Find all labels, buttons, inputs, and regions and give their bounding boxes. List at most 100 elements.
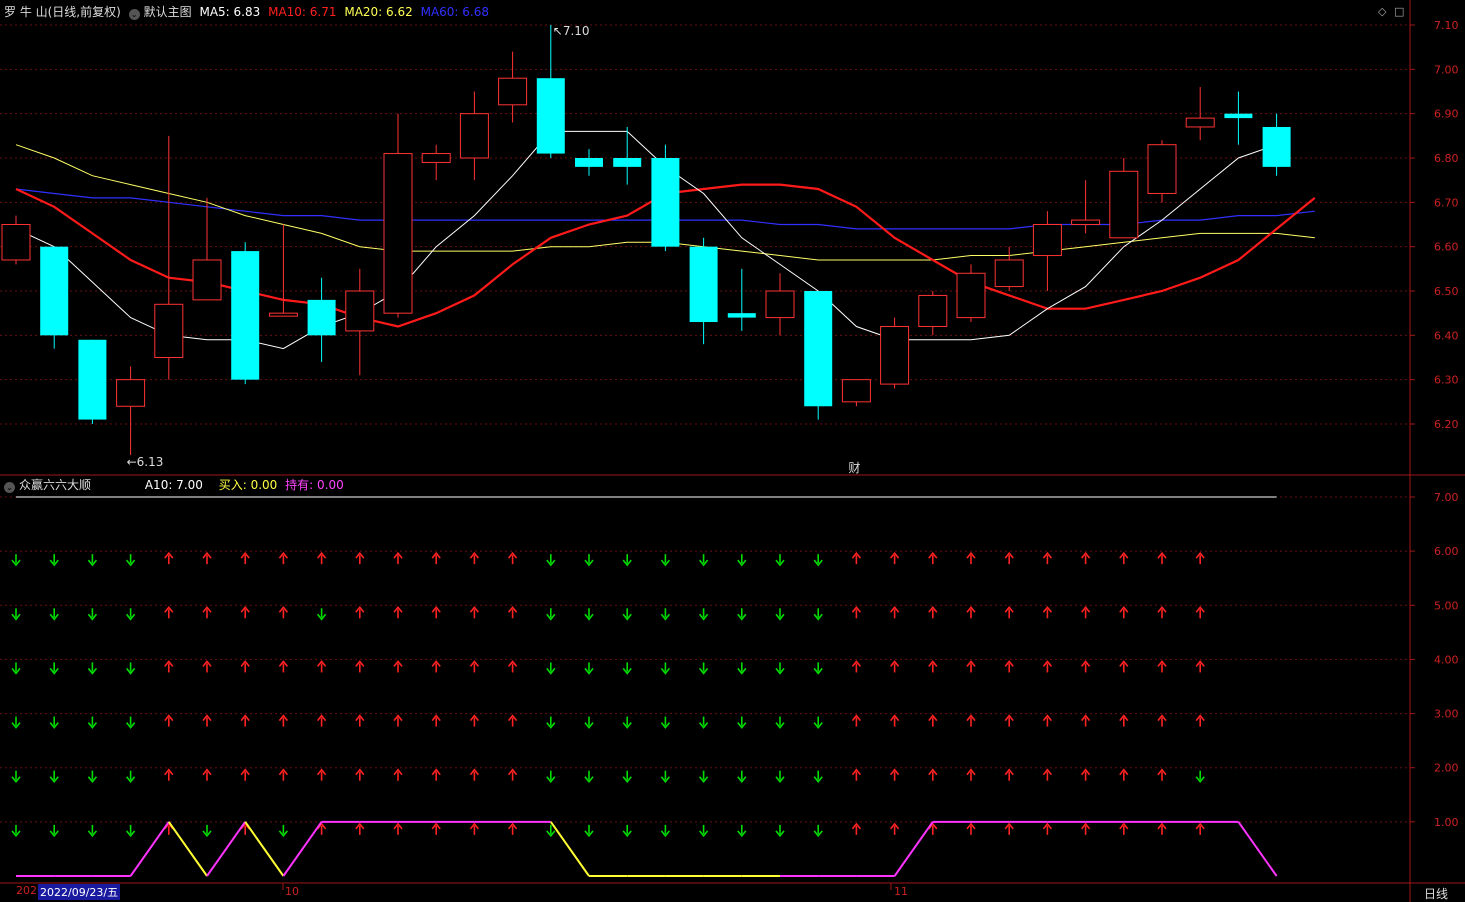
high-price-label: ↖7.10 [553,24,590,38]
candle [268,224,298,317]
up-arrow [469,551,480,565]
buy-hold-segment [167,821,208,877]
candle-body [651,158,680,247]
up-arrow [393,714,403,727]
candle [1147,140,1177,203]
candle-body [1032,224,1062,257]
up-arrow [966,822,976,835]
down-arrow [546,716,556,729]
up-arrow [393,660,403,673]
candle [1224,91,1253,145]
month-label-oct: 10 [285,885,299,898]
down-arrow [660,554,671,567]
signal-arrows [11,551,1205,838]
candle-body [727,313,756,318]
up-arrow [240,714,250,727]
up-arrow [851,714,862,727]
main-gridlines [0,24,1410,425]
up-arrow [469,714,480,727]
down-arrow [125,824,136,838]
y-tick-label: 6.00 [1434,545,1459,558]
down-arrow [584,554,594,567]
down-arrow [49,554,59,567]
up-arrow [928,660,938,673]
candle [498,51,528,123]
y-tick-label: 7.00 [1434,63,1459,76]
down-arrow [775,554,785,567]
y-tick-label: 6.60 [1434,241,1459,254]
up-arrow [240,551,250,565]
up-arrow [1157,660,1167,673]
candle [345,268,375,376]
candle-body [231,251,260,380]
up-arrow [278,660,289,673]
up-arrow [1195,714,1205,727]
down-arrow [49,770,59,783]
candle [78,339,107,424]
candle-body [268,312,298,317]
down-arrow [87,554,98,567]
template-label[interactable]: 默认主图 [144,5,192,19]
down-arrow [737,554,747,567]
candlesticks[interactable] [1,25,1291,456]
buy-hold-segment [1237,821,1278,877]
candle [956,264,986,323]
up-arrow [1195,822,1205,835]
candle-body [689,246,718,323]
down-arrow [737,770,747,783]
y-tick-label: 6.40 [1434,329,1459,342]
candle-body [1071,219,1101,225]
up-arrow [202,660,212,673]
chart-frame [0,0,1465,902]
up-arrow [355,660,365,673]
up-arrow [1080,551,1091,565]
down-arrow [775,716,785,729]
cursor-date: 2022/09/23/五 [38,884,121,900]
up-arrow [507,714,518,727]
down-arrow [125,554,136,567]
period-label[interactable]: 日线 [1424,885,1448,902]
candle-body [78,339,107,420]
candle-body [1109,170,1139,239]
up-arrow [393,768,403,781]
candle [651,144,680,252]
down-arrow [737,824,747,838]
sub-y-ticks: 7.00 6.00 5.00 4.00 3.00 2.00 1.00 [1410,491,1459,829]
candle-body [1185,117,1215,128]
up-arrow [889,822,900,835]
event-marker: 财 [848,461,860,475]
hold-label: 持有: 0.00 [285,478,344,492]
up-arrow [355,714,365,727]
indicator-name[interactable]: 众赢六六大顺 [19,478,91,492]
template-dropdown-icon[interactable]: ⌄ [128,9,140,20]
candle [231,242,260,385]
candle [421,144,451,181]
candle [765,273,795,336]
down-arrow [584,770,594,783]
y-tick-label: 6.90 [1434,108,1459,121]
up-arrow [355,606,365,619]
candle-body [804,291,833,407]
down-arrow [622,608,632,621]
candle [1,215,31,265]
down-arrow [698,770,709,783]
diamond-icon[interactable]: ◇ [1378,5,1386,18]
candle [1109,158,1139,239]
down-arrow [1195,770,1205,783]
buy-hold-segment [129,821,170,877]
down-arrow [775,770,785,783]
up-arrow [889,660,900,673]
up-arrow [164,660,174,673]
up-arrow [469,606,480,619]
up-arrow [966,660,976,673]
up-arrow [1157,768,1167,781]
ma5-label: MA5: 6.83 [199,5,261,19]
down-arrow [11,554,21,567]
up-arrow [202,714,212,727]
maximize-icon[interactable]: □ [1394,5,1404,18]
indicator-dropdown-icon[interactable]: ⌄ [4,482,15,493]
up-arrow [851,606,862,619]
up-arrow [469,822,480,835]
stock-title[interactable]: 罗 牛 山(日线,前复权) [4,5,121,19]
a10-label: A10: 7.00 [144,478,203,492]
